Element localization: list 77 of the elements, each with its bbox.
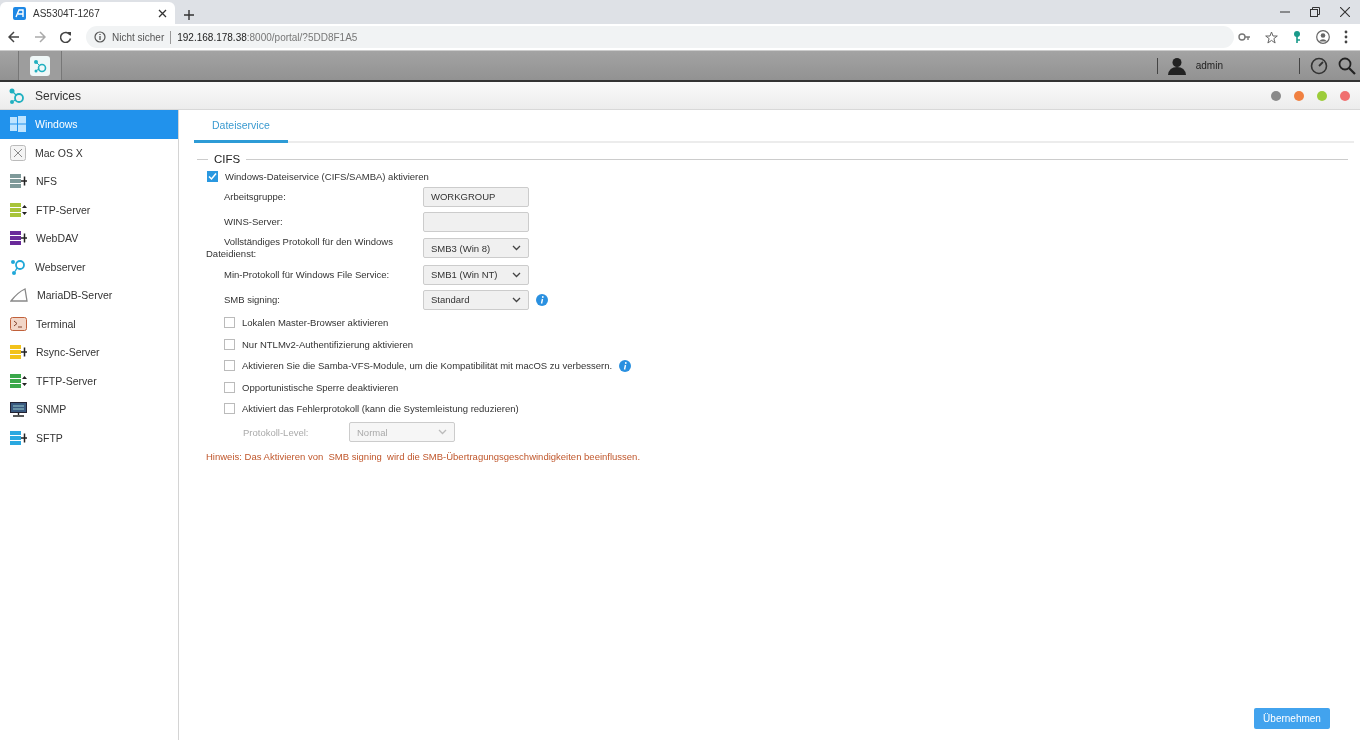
checkbox[interactable] bbox=[224, 360, 235, 372]
star-icon[interactable] bbox=[1265, 30, 1278, 44]
checkbox[interactable] bbox=[224, 317, 235, 329]
checkbox-label: Nur NTLMv2-Authentifizierung aktivieren bbox=[242, 338, 414, 350]
info-icon bbox=[94, 31, 106, 43]
sidebar-item[interactable]: Terminal bbox=[0, 309, 178, 338]
user-silhouette-icon[interactable] bbox=[1167, 56, 1186, 75]
sidebar-item[interactable]: SFTP bbox=[0, 423, 178, 452]
key-icon[interactable] bbox=[1238, 31, 1251, 43]
info-icon[interactable] bbox=[536, 293, 548, 306]
url-text: 192.168.178.38:8000/portal/?5DD8F1A5 bbox=[177, 31, 358, 43]
field-label: Min-Protokoll für Windows File Service: bbox=[223, 268, 391, 281]
checkbox-label: Aktivieren Sie die Samba-VFS-Module, um die Kompatibilität mit macOS zu verbessern. bbox=[242, 360, 613, 372]
section-title: CIFS bbox=[214, 153, 241, 165]
monitor-icon bbox=[10, 401, 27, 417]
checkbox-label: Lokalen Master-Browser aktivieren bbox=[242, 317, 389, 329]
checkbox[interactable] bbox=[224, 403, 235, 415]
close-dot[interactable] bbox=[1340, 90, 1350, 101]
network-nodes-icon bbox=[10, 258, 26, 275]
network-nodes-icon bbox=[33, 58, 47, 73]
search-icon[interactable] bbox=[1338, 56, 1356, 75]
sidebar-item[interactable]: Mac OS X bbox=[0, 138, 178, 167]
address-bar[interactable]: Nicht sicher 192.168.178.38:8000/portal/?5DD8F1A5 bbox=[86, 26, 1234, 48]
gauge-icon[interactable] bbox=[1310, 56, 1328, 75]
services-app-button[interactable] bbox=[30, 55, 50, 76]
field-label: WINS-Server: bbox=[223, 215, 284, 228]
sidebar-item[interactable]: TFTP-Server bbox=[0, 366, 178, 395]
maximize-dot[interactable] bbox=[1317, 90, 1327, 101]
dropdown[interactable]: SMB3 (Win 8) bbox=[423, 238, 529, 258]
checkbox-label: Aktiviert das Fehlerprotokoll (kann die Systemleistung reduzieren) bbox=[242, 403, 519, 415]
menu-icon[interactable] bbox=[1344, 30, 1348, 44]
chevron-down-icon bbox=[438, 429, 447, 435]
chevron-down-icon bbox=[512, 271, 521, 278]
dropdown[interactable]: Standard bbox=[423, 289, 529, 310]
dropdown[interactable]: SMB1 (Win NT) bbox=[423, 264, 529, 285]
sidebar-item[interactable]: FTP-Server bbox=[0, 195, 178, 224]
help-dot[interactable] bbox=[1271, 90, 1281, 101]
close-icon[interactable] bbox=[1340, 7, 1350, 17]
back-icon[interactable] bbox=[8, 31, 20, 43]
windows-logo-icon bbox=[10, 116, 26, 133]
field-label: Vollständiges Protokoll für den Windows Dateidienst: bbox=[206, 236, 394, 260]
sidebar-item[interactable]: Webserver bbox=[0, 252, 178, 281]
username[interactable]: admin bbox=[1195, 60, 1223, 71]
new-tab-icon[interactable] bbox=[184, 10, 194, 20]
sidebar-item[interactable]: Rsync-Server bbox=[0, 338, 178, 367]
restore-icon[interactable] bbox=[1310, 7, 1320, 17]
sidebar-item[interactable]: NFS bbox=[0, 167, 178, 196]
key-icon[interactable] bbox=[1292, 30, 1302, 44]
field-label: Protokoll-Level: bbox=[243, 426, 310, 438]
text-field[interactable]: WORKGROUP bbox=[423, 186, 529, 207]
checkbox-label: Opportunistische Sperre deaktivieren bbox=[242, 381, 399, 393]
checkbox[interactable] bbox=[207, 170, 218, 182]
profile-icon[interactable] bbox=[1316, 30, 1330, 44]
text-field[interactable] bbox=[423, 211, 529, 232]
checkbox-label: Windows-Dateiservice (CIFS/SAMBA) aktivieren bbox=[225, 170, 429, 182]
sidebar-item[interactable]: MariaDB-Server bbox=[0, 281, 178, 310]
reload-icon[interactable] bbox=[60, 31, 72, 43]
minimize-dot[interactable] bbox=[1294, 90, 1304, 101]
close-icon[interactable] bbox=[158, 8, 167, 18]
app-title: Services bbox=[35, 88, 81, 103]
security-label: Nicht sicher bbox=[112, 31, 165, 43]
field-label: SMB signing: bbox=[223, 293, 281, 306]
checkbox[interactable] bbox=[224, 338, 235, 350]
favicon-icon bbox=[13, 6, 26, 20]
field-label: Arbeitsgruppe: bbox=[223, 190, 287, 203]
info-icon[interactable] bbox=[619, 359, 632, 372]
hint-text: Hinweis: Das Aktivieren von SMB signing wird die SMB-Übertragungsgeschwindigkeiten beeinflussen. bbox=[206, 450, 642, 462]
forward-icon[interactable] bbox=[34, 31, 46, 43]
sidebar-item[interactable]: SNMP bbox=[0, 395, 178, 424]
fin-icon bbox=[10, 288, 28, 303]
network-nodes-icon bbox=[8, 86, 26, 105]
sidebar-item[interactable]: WebDAV bbox=[0, 224, 178, 253]
chevron-down-icon bbox=[512, 245, 521, 251]
x-icon bbox=[10, 144, 26, 161]
chevron-down-icon bbox=[512, 296, 521, 303]
checkbox[interactable] bbox=[224, 381, 235, 393]
terminal-icon bbox=[10, 316, 27, 331]
